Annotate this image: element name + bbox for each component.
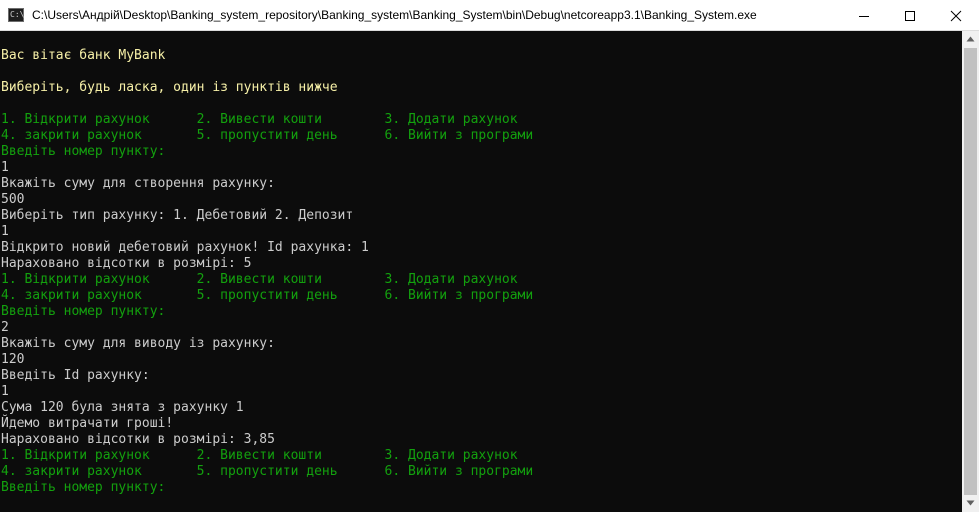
title-bar: C:\ C:\Users\Андрій\Desktop\Banking_syst… [0, 0, 979, 31]
scroll-down-arrow-icon [966, 500, 975, 506]
console-line-text: Виберіть тип рахунку: 1. Дебетовий 2. Де… [1, 208, 354, 223]
console-line-text: Вкажіть суму для виводу із рахунку: [1, 336, 275, 351]
console-line-text: Вкажіть суму для створення рахунку: [1, 176, 275, 191]
maximize-button[interactable] [887, 0, 933, 31]
scroll-up-button[interactable] [962, 31, 979, 48]
console-line-input: 1 [1, 384, 9, 399]
close-icon [950, 10, 962, 22]
console-line-input: 120 [1, 352, 25, 367]
maximize-icon [905, 11, 915, 21]
scroll-down-button[interactable] [962, 495, 979, 512]
console-line-choose-prompt: Виберіть, будь ласка, один із пунктів ни… [1, 80, 338, 95]
close-button[interactable] [933, 0, 979, 31]
console-line-menu-row-1: 1. Відкрити рахунок 2. Вивести кошти 3. … [1, 272, 518, 287]
scroll-thumb[interactable] [964, 48, 977, 495]
console-line-input: 2 [1, 320, 9, 335]
console-line-text: Сума 120 була знята з рахунку 1 [1, 400, 244, 415]
minimize-button[interactable] [841, 0, 887, 31]
window-title: C:\Users\Андрій\Desktop\Banking_system_r… [32, 8, 757, 22]
console-line-text: Нараховано відсотки в розмірі: 3,85 [1, 432, 275, 447]
console-line-welcome: Вас вітає банк MyBank [1, 48, 166, 63]
console-line-enter-number: Введіть номер пункту: [1, 304, 166, 319]
console-line-input: 1 [1, 160, 9, 175]
console-line-input: 500 [1, 192, 25, 207]
scroll-up-arrow-icon [966, 36, 975, 42]
console-line-text: Йдемо витрачати гроші! [1, 416, 174, 431]
console-line-enter-number: Введіть номер пункту: [1, 480, 166, 495]
console-line-menu-row-2: 4. закрити рахунок 5. пропустити день 6.… [1, 464, 534, 479]
minimize-icon [859, 16, 869, 17]
console-line-menu-row-1: 1. Відкрити рахунок 2. Вивести кошти 3. … [1, 112, 518, 127]
vertical-scrollbar[interactable] [962, 31, 979, 512]
console-app-icon-label: C:\ [10, 10, 25, 19]
console-output[interactable]: Вас вітає банк MyBank Виберіть, будь лас… [0, 31, 962, 512]
console-line-input: 1 [1, 224, 9, 239]
console-line-text: Відкрито новий дебетовий рахунок! Id рах… [1, 240, 369, 255]
console-line-menu-row-2: 4. закрити рахунок 5. пропустити день 6.… [1, 288, 534, 303]
console-line-text: Введіть Id рахунку: [1, 368, 150, 383]
console-line-enter-number: Введіть номер пункту: [1, 144, 166, 159]
console-line-text: Нараховано відсотки в розмірі: 5 [1, 256, 252, 271]
console-line-menu-row-2: 4. закрити рахунок 5. пропустити день 6.… [1, 128, 534, 143]
console-app-icon: C:\ [8, 8, 24, 22]
console-line-menu-row-1: 1. Відкрити рахунок 2. Вивести кошти 3. … [1, 448, 518, 463]
